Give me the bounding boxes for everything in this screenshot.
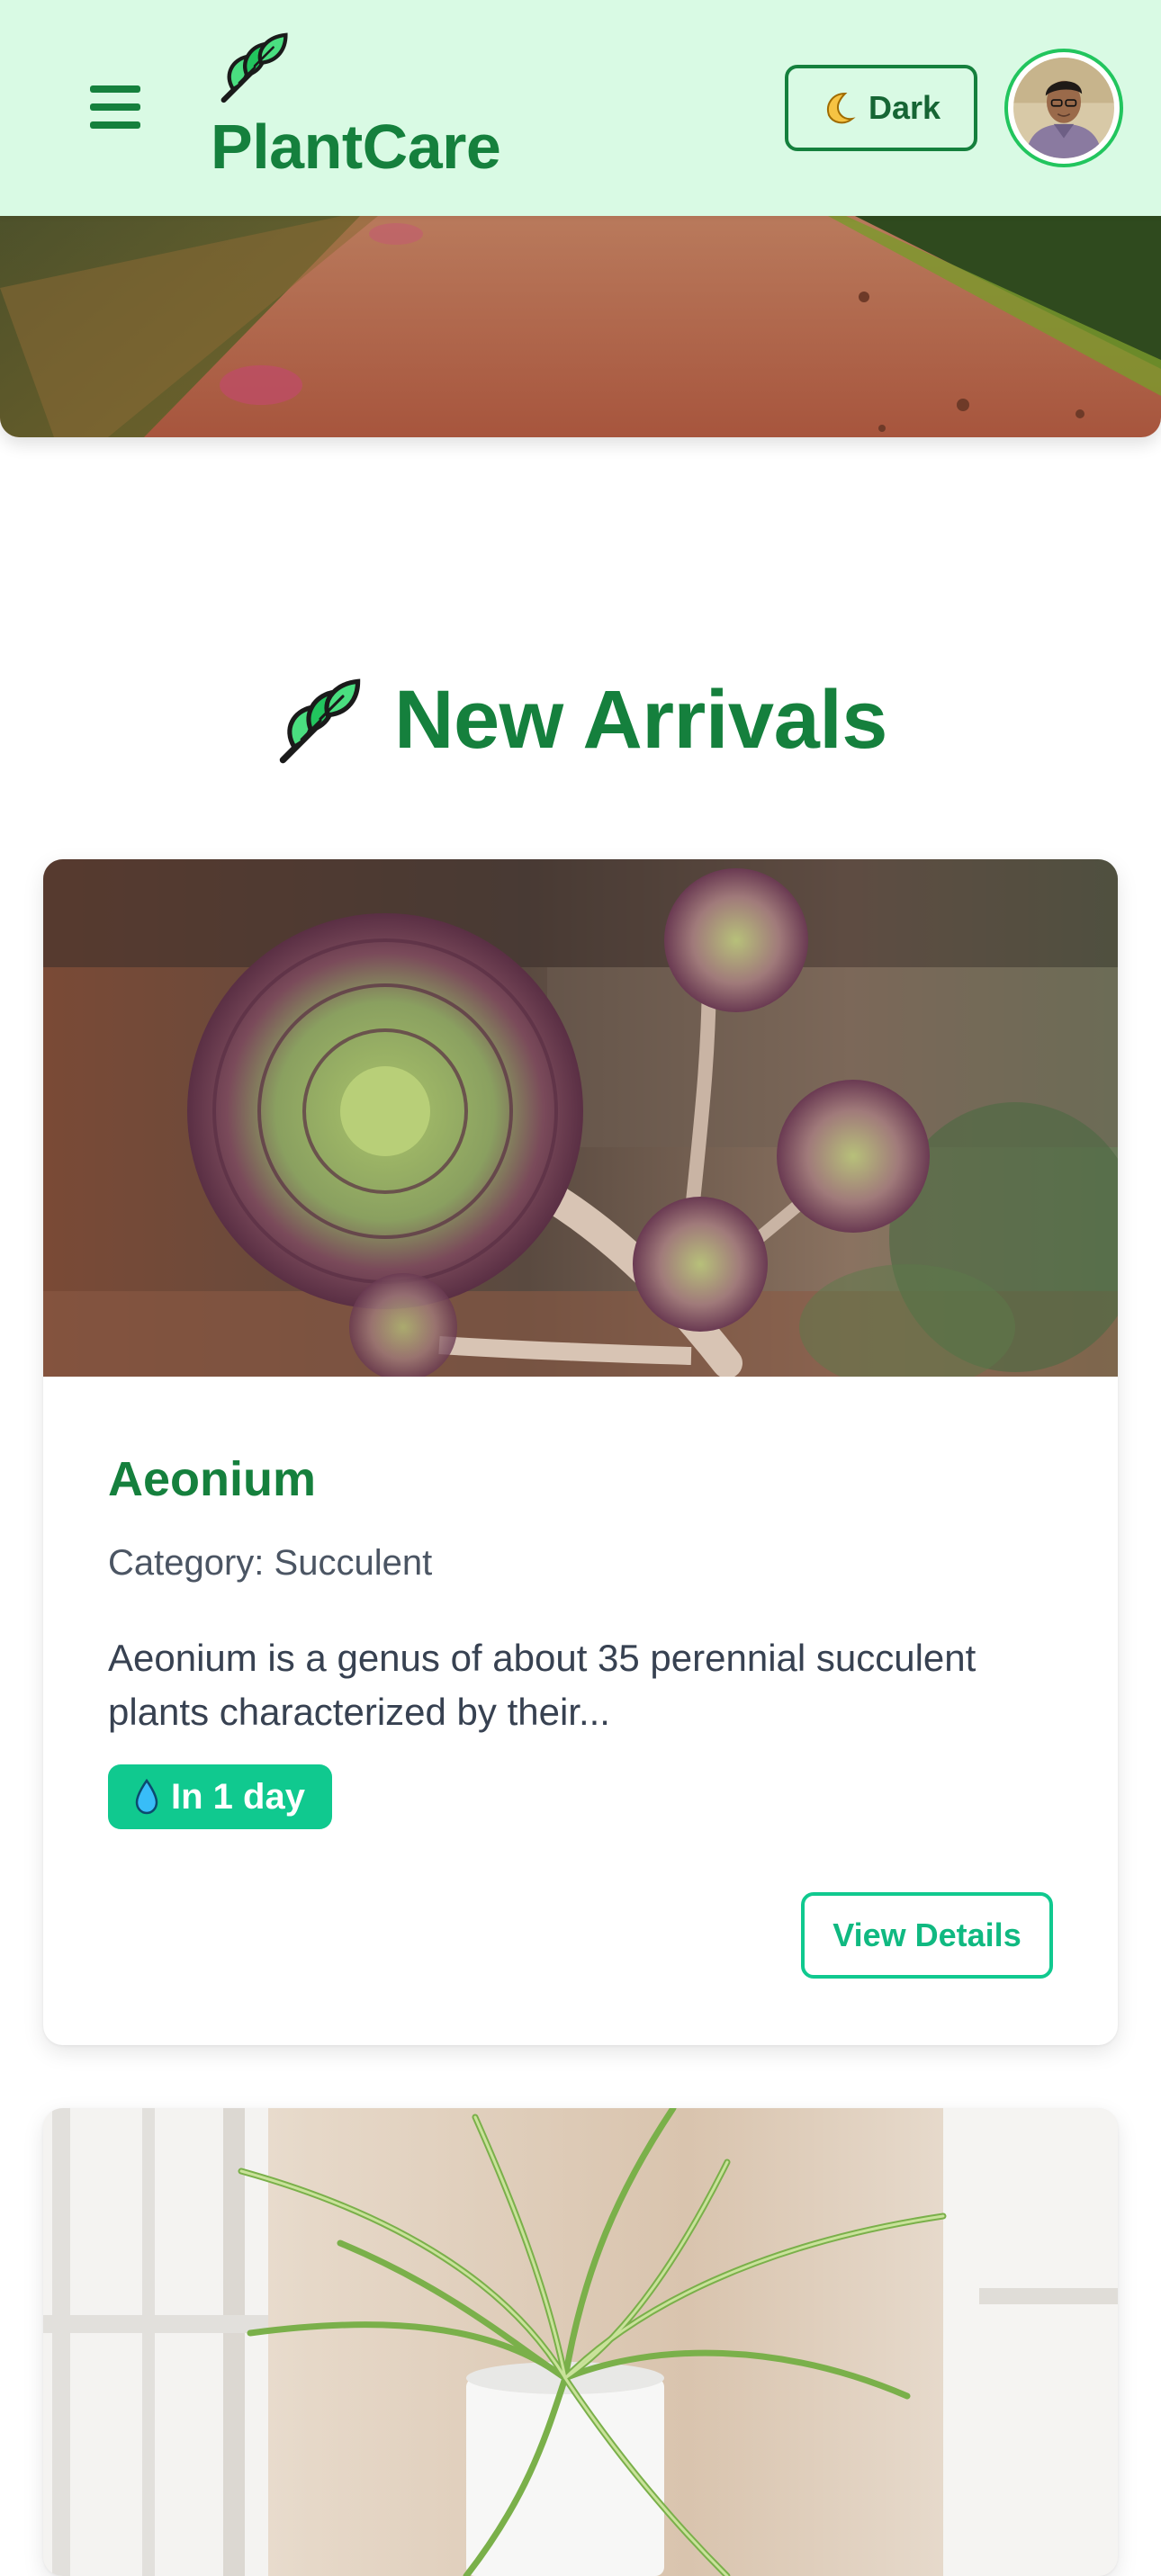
plant-description: Aeonium is a genus of about 35 perennial… <box>108 1637 976 1733</box>
herb-leaf-icon <box>220 32 288 103</box>
plant-category: Category: Succulent <box>108 1543 433 1583</box>
crescent-moon-icon <box>827 92 856 124</box>
water-drop-icon <box>135 1778 158 1815</box>
plant-card: Aeonium Category: Succulent Aeonium is a… <box>43 859 1118 2045</box>
section-title: New Arrivals <box>394 674 887 766</box>
herb-leaf-icon <box>279 678 361 763</box>
plant-card <box>43 2108 1118 2576</box>
dark-mode-toggle[interactable]: Dark <box>785 65 977 151</box>
brand-name[interactable]: PlantCare <box>211 115 501 178</box>
aeonium-photo <box>43 859 1118 1377</box>
new-arrivals-heading: New Arrivals <box>0 673 1161 767</box>
avatar-image <box>1013 58 1114 158</box>
watering-badge: In 1 day <box>108 1764 332 1829</box>
hamburger-menu-icon[interactable] <box>90 85 140 129</box>
watering-text: In 1 day <box>171 1776 305 1817</box>
top-navbar: PlantCare Dark <box>0 0 1161 216</box>
user-avatar[interactable] <box>1004 49 1123 167</box>
theme-toggle-label: Dark <box>868 89 941 126</box>
plant-name[interactable]: Aeonium <box>108 1451 316 1507</box>
view-details-button[interactable]: View Details <box>801 1892 1053 1979</box>
hero-banner-image <box>0 216 1161 437</box>
spider-plant-photo <box>43 2108 1118 2576</box>
